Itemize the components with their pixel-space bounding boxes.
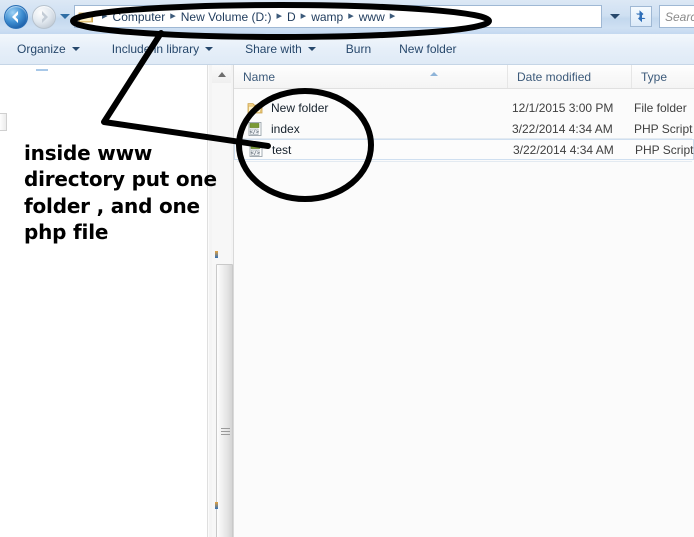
breadcrumb-item-new-volume-d[interactable]: New Volume (D:) (181, 11, 272, 23)
column-header-row: Name Date modified Type (234, 65, 694, 89)
file-name: New folder (271, 100, 329, 115)
file-name: index (271, 121, 300, 136)
breadcrumb-separator[interactable]: ▸ (271, 11, 287, 22)
column-header-date-modified[interactable]: Date modified (508, 65, 632, 88)
address-field[interactable]: ▸ Computer ▸ New Volume (D:) ▸ D ▸ wamp … (74, 5, 602, 28)
file-type: PHP Script (634, 121, 693, 136)
chevron-down-icon (205, 47, 214, 51)
folder-icon (247, 100, 263, 116)
breadcrumb-separator[interactable]: ▸ (343, 11, 359, 22)
sort-ascending-icon (430, 72, 438, 76)
search-placeholder: Search www (665, 9, 694, 24)
refresh-button[interactable] (630, 6, 652, 27)
forward-arrow-icon (33, 6, 55, 28)
column-header-label: Type (641, 69, 668, 84)
address-bar: ▸ Computer ▸ New Volume (D:) ▸ D ▸ wamp … (0, 0, 694, 35)
scrollbar-grip-icon (221, 428, 230, 437)
scrollbar-thumb[interactable] (216, 264, 233, 537)
column-header-type[interactable]: Type (632, 65, 694, 88)
file-type: PHP Script (635, 142, 694, 157)
column-header-label: Date modified (517, 69, 592, 84)
nav-pane-clipped-item (36, 69, 48, 71)
folder-icon (78, 9, 94, 25)
breadcrumb-separator[interactable]: ▸ (296, 11, 312, 22)
file-date-modified: 3/22/2014 4:34 AM (512, 121, 613, 136)
breadcrumb-item-computer[interactable]: Computer (113, 11, 166, 23)
chevron-down-icon (307, 47, 316, 51)
command-toolbar: Organize Include in library Share with B… (0, 34, 694, 65)
svg-text:</>: </> (250, 129, 259, 135)
toolbar-label: New folder (399, 42, 457, 56)
navigation-pane-scrollbar[interactable] (209, 65, 234, 537)
chevron-down-icon[interactable] (610, 14, 620, 19)
refresh-icon (636, 10, 646, 23)
file-date-modified: 3/22/2014 4:34 AM (513, 142, 614, 157)
navigation-pane[interactable] (0, 65, 208, 537)
column-header-name[interactable]: Name (234, 65, 508, 88)
search-input[interactable]: Search www (659, 5, 694, 28)
annotation-note-text: inside www directory put one folder , an… (24, 141, 217, 245)
toolbar-button-organize[interactable]: Organize (8, 38, 89, 60)
breadcrumb-item-www[interactable]: www (359, 11, 385, 23)
scroll-marker (215, 502, 218, 509)
back-button[interactable] (4, 5, 28, 29)
breadcrumb-separator: ▸ (102, 10, 108, 22)
toolbar-button-burn[interactable]: Burn (337, 38, 380, 60)
breadcrumb-item-wamp[interactable]: wamp (311, 11, 343, 23)
file-date-modified: 12/1/2015 3:00 PM (512, 100, 614, 115)
table-row[interactable]: New folder 12/1/2015 3:00 PM File folder (234, 97, 694, 118)
row-separator (237, 161, 692, 162)
php-file-icon: </> (248, 142, 264, 158)
chevron-down-icon (71, 47, 80, 51)
explorer-window: ▸ Computer ▸ New Volume (D:) ▸ D ▸ wamp … (0, 0, 694, 537)
back-arrow-icon (5, 6, 27, 28)
chevron-up-icon (217, 71, 226, 77)
breadcrumb-separator[interactable]: ▸ (385, 11, 401, 22)
pane-resize-nub[interactable] (0, 113, 7, 131)
table-row[interactable]: </> index 3/22/2014 4:34 AM PHP Script (234, 118, 694, 139)
toolbar-label: Organize (17, 42, 66, 56)
scroll-marker (215, 251, 218, 258)
file-list-pane[interactable]: Name Date modified Type New folder 12/1/… (234, 65, 694, 537)
scroll-up-button[interactable] (212, 65, 231, 83)
forward-button[interactable] (32, 5, 56, 29)
breadcrumb: ▸ Computer ▸ New Volume (D:) ▸ D ▸ wamp … (75, 6, 400, 27)
column-header-label: Name (243, 69, 276, 84)
breadcrumb-separator[interactable]: ▸ (165, 11, 181, 22)
toolbar-label: Burn (345, 42, 372, 56)
php-file-icon: </> (247, 121, 263, 137)
toolbar-button-new-folder[interactable]: New folder (390, 38, 465, 60)
file-type: File folder (634, 100, 687, 115)
toolbar-label: Share with (245, 42, 302, 56)
toolbar-button-share-with[interactable]: Share with (236, 38, 325, 60)
toolbar-button-include-in-library[interactable]: Include in library (103, 38, 222, 60)
recent-pages-dropdown-icon[interactable] (60, 14, 70, 19)
svg-text:</>: </> (251, 150, 260, 156)
breadcrumb-item-d[interactable]: D (287, 11, 296, 23)
file-name: test (272, 142, 292, 157)
table-row[interactable]: </> test 3/22/2014 4:34 AM PHP Script (234, 139, 694, 160)
toolbar-label: Include in library (111, 42, 200, 56)
